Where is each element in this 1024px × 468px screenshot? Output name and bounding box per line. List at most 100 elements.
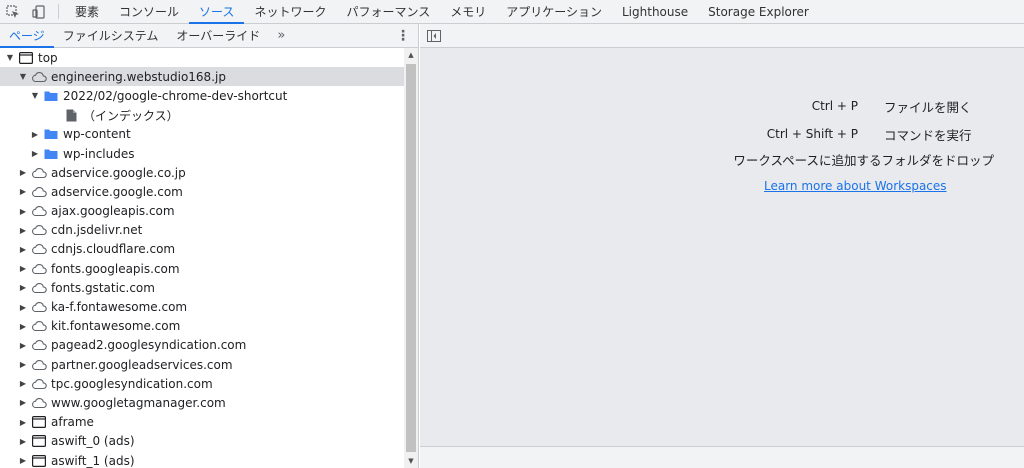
- collapse-arrow-icon[interactable]: ▶: [17, 224, 29, 236]
- tree-item[interactable]: ▶ fonts.gstatic.com: [0, 278, 404, 297]
- tree-item[interactable]: ▶ pagead2.googlesyndication.com: [0, 336, 404, 355]
- scrollbar-thumb[interactable]: [406, 64, 416, 452]
- cloud-icon: [31, 242, 47, 256]
- collapse-arrow-icon[interactable]: ▶: [29, 148, 41, 160]
- tab-1[interactable]: コンソール: [109, 0, 189, 23]
- tree-item[interactable]: （インデックス）: [0, 106, 404, 125]
- cloud-icon: [31, 396, 47, 410]
- tree-item[interactable]: ▶ www.googletagmanager.com: [0, 393, 404, 412]
- collapse-arrow-icon[interactable]: ▶: [17, 320, 29, 332]
- tree-item[interactable]: ▶ wp-content: [0, 125, 404, 144]
- tab-6[interactable]: アプリケーション: [496, 0, 612, 23]
- collapse-arrow-icon[interactable]: ▶: [29, 128, 41, 140]
- tab-3[interactable]: ネットワーク: [244, 0, 336, 23]
- navigator-tab-2[interactable]: オーバーライド: [167, 24, 269, 47]
- collapse-arrow-icon[interactable]: ▶: [17, 263, 29, 275]
- cloud-icon: [31, 185, 47, 199]
- tree-item[interactable]: ▶ fonts.googleapis.com: [0, 259, 404, 278]
- navigator-menu-button[interactable]: ⋮: [396, 24, 410, 48]
- expand-arrow-icon[interactable]: ▼: [29, 90, 41, 102]
- collapse-arrow-icon[interactable]: ▶: [17, 243, 29, 255]
- tab-8[interactable]: Storage Explorer: [698, 0, 819, 23]
- frame-icon: [18, 51, 34, 65]
- tree-item[interactable]: ▼ 2022/02/google-chrome-dev-shortcut: [0, 86, 404, 105]
- shortcut-row: Ctrl + Shift + P コマンドを実行: [764, 120, 994, 148]
- tree-item[interactable]: ▶ cdnjs.cloudflare.com: [0, 240, 404, 259]
- more-tabs-button[interactable]: »: [269, 24, 293, 47]
- tree-item[interactable]: ▼ top: [0, 48, 404, 67]
- tree-item-label: tpc.googlesyndication.com: [51, 376, 213, 391]
- tree-item[interactable]: ▶ aswift_1 (ads): [0, 451, 404, 468]
- cloud-icon: [31, 262, 47, 276]
- cloud-icon: [31, 70, 47, 84]
- toolbar-divider: [58, 4, 59, 19]
- shortcut-keys: Ctrl + P: [811, 99, 858, 113]
- bottom-status-bar: [420, 446, 1024, 468]
- folder-icon: [43, 89, 59, 103]
- collapse-arrow-icon[interactable]: ▶: [17, 167, 29, 179]
- tree-item[interactable]: ▶ ajax.googleapis.com: [0, 202, 404, 221]
- expand-arrow-icon[interactable]: ▼: [4, 52, 16, 64]
- collapse-arrow-icon[interactable]: ▶: [17, 416, 29, 428]
- navigator-panel: ページ ファイルシステム オーバーライド » ⋮ ▼ top ▼ engineering.…: [0, 24, 419, 468]
- shortcut-action: ファイルを開く: [884, 99, 972, 115]
- tree-item[interactable]: ▶ aswift_0 (ads): [0, 432, 404, 451]
- tree-item-label: aswift_0 (ads): [51, 434, 135, 449]
- tree-item[interactable]: ▶ adservice.google.com: [0, 182, 404, 201]
- folder-icon: [43, 147, 59, 161]
- tree-item-label: aframe: [51, 415, 94, 430]
- navigator-tab-1[interactable]: ファイルシステム: [54, 24, 168, 47]
- tree-item-label: ajax.googleapis.com: [51, 204, 175, 219]
- collapse-arrow-icon[interactable]: ▶: [17, 455, 29, 467]
- tree-item[interactable]: ▶ tpc.googlesyndication.com: [0, 374, 404, 393]
- tree-item[interactable]: ▶ wp-includes: [0, 144, 404, 163]
- collapse-arrow-icon[interactable]: ▶: [17, 301, 29, 313]
- tree-item[interactable]: ▶ aframe: [0, 413, 404, 432]
- tab-2[interactable]: ソース: [189, 0, 245, 24]
- learn-more-link[interactable]: Learn more about Workspaces: [764, 179, 947, 193]
- tree-item-label: top: [38, 50, 58, 65]
- collapse-arrow-icon[interactable]: ▶: [17, 397, 29, 409]
- scroll-up-arrow-icon[interactable]: ▲: [404, 48, 418, 62]
- tab-4[interactable]: パフォーマンス: [336, 0, 440, 23]
- inspect-element-icon[interactable]: [0, 0, 26, 23]
- tree-item-label: fonts.googleapis.com: [51, 261, 180, 276]
- tree-scrollbar[interactable]: ▲ ▼: [404, 48, 418, 468]
- cloud-icon: [31, 166, 47, 180]
- file-icon: [63, 108, 79, 122]
- shortcut-list: Ctrl + P ファイルを開く Ctrl + Shift + P コマンドを実行: [764, 92, 994, 148]
- collapse-arrow-icon[interactable]: ▶: [17, 339, 29, 351]
- tree-item-label: adservice.google.com: [51, 184, 183, 199]
- tree-item[interactable]: ▶ cdn.jsdelivr.net: [0, 221, 404, 240]
- collapse-arrow-icon[interactable]: ▶: [17, 186, 29, 198]
- cloud-icon: [31, 223, 47, 237]
- tab-5[interactable]: メモリ: [440, 0, 496, 23]
- device-toolbar-icon[interactable]: [26, 0, 52, 23]
- cloud-icon: [31, 319, 47, 333]
- drop-folder-message: ワークスペースに追加するフォルダをドロップ: [733, 153, 994, 168]
- collapse-arrow-icon[interactable]: ▶: [17, 435, 29, 447]
- tree-item-label: cdn.jsdelivr.net: [51, 223, 143, 238]
- tree-item[interactable]: ▼ engineering.webstudio168.jp: [0, 67, 404, 87]
- folder-icon: [43, 127, 59, 141]
- expand-arrow-icon[interactable]: ▼: [17, 71, 29, 83]
- tree-item-label: kit.fontawesome.com: [51, 319, 181, 334]
- tree-item[interactable]: ▶ ka-f.fontawesome.com: [0, 297, 404, 316]
- collapse-arrow-icon[interactable]: ▶: [17, 205, 29, 217]
- collapse-arrow-icon[interactable]: ▶: [17, 378, 29, 390]
- tree-item[interactable]: ▶ partner.googleadservices.com: [0, 355, 404, 374]
- tree-item-label: engineering.webstudio168.jp: [51, 69, 226, 84]
- cloud-icon: [31, 358, 47, 372]
- tab-0[interactable]: 要素: [65, 0, 109, 23]
- navigator-tab-0[interactable]: ページ: [0, 24, 54, 48]
- collapse-arrow-icon[interactable]: ▶: [17, 282, 29, 294]
- arrow-spacer: [49, 109, 61, 121]
- frame-icon: [31, 415, 47, 429]
- tree-item[interactable]: ▶ adservice.google.co.jp: [0, 163, 404, 182]
- tab-7[interactable]: Lighthouse: [612, 0, 698, 23]
- scroll-down-arrow-icon[interactable]: ▼: [404, 454, 418, 468]
- tree-item-label: fonts.gstatic.com: [51, 280, 155, 295]
- toggle-navigator-icon[interactable]: [426, 29, 442, 43]
- tree-item[interactable]: ▶ kit.fontawesome.com: [0, 317, 404, 336]
- collapse-arrow-icon[interactable]: ▶: [17, 359, 29, 371]
